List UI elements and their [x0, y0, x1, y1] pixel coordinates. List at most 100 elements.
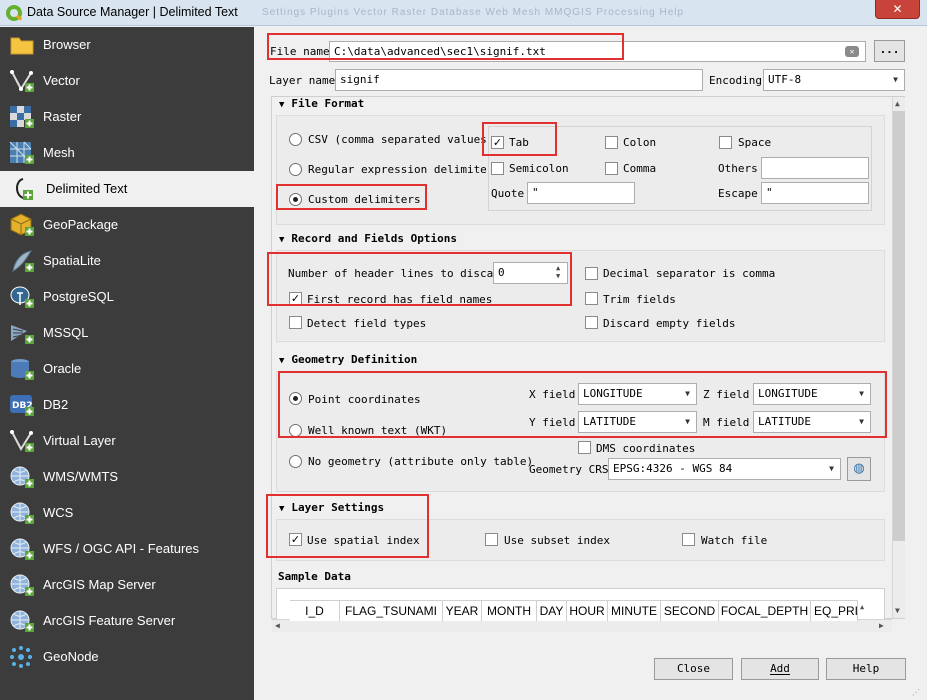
- sidebar-item-delimited-text[interactable]: Delimited Text: [0, 171, 254, 207]
- highlight-file-name: [267, 33, 624, 60]
- sidebar-item-vector[interactable]: Vector: [0, 63, 254, 99]
- regex-label: Regular expression delimiter: [308, 163, 494, 176]
- sidebar-item-virtual-layer[interactable]: Virtual Layer: [0, 423, 254, 459]
- vertical-scrollbar[interactable]: ▲ ▼: [892, 97, 905, 618]
- clear-file-icon[interactable]: ✕: [845, 46, 859, 57]
- browse-button[interactable]: ...: [874, 40, 905, 62]
- crs-value: EPSG:4326 - WGS 84: [613, 462, 733, 475]
- space-label: Space: [738, 136, 772, 149]
- space-checkbox[interactable]: [719, 136, 732, 149]
- colon-checkbox[interactable]: [605, 136, 618, 149]
- crs-selector-globe-icon[interactable]: ◍: [847, 457, 871, 481]
- scroll-left-icon[interactable]: ◀: [275, 621, 280, 630]
- sidebar-item-label: GeoPackage: [43, 217, 119, 232]
- sidebar-item-wfs[interactable]: WFS / OGC API - Features: [0, 531, 254, 567]
- layer-name-input[interactable]: signif: [335, 69, 703, 91]
- folder-icon: [10, 37, 34, 55]
- resize-grip-icon[interactable]: ⋰: [912, 688, 924, 698]
- highlight-header-options: [267, 252, 572, 306]
- help-button[interactable]: Help: [826, 658, 906, 680]
- column-header[interactable]: MONTH: [482, 601, 537, 621]
- csv-label: CSV (comma separated values): [308, 133, 494, 146]
- qgis-logo-icon: [6, 5, 22, 21]
- discard-empty-checkbox[interactable]: [585, 316, 598, 329]
- sidebar-item-label: SpatiaLite: [43, 253, 101, 268]
- scrollbar-thumb[interactable]: [893, 111, 905, 541]
- others-input[interactable]: [761, 157, 869, 179]
- sidebar-item-wms-wmts[interactable]: WMS/WMTS: [0, 459, 254, 495]
- file-format-section-title[interactable]: ▼ File Format: [279, 97, 364, 110]
- subset-index-checkbox[interactable]: [485, 533, 498, 546]
- window-title: Data Source Manager | Delimited Text: [27, 5, 238, 19]
- table-scroll-up-icon[interactable]: ▲: [860, 603, 864, 611]
- layer-name-label: Layer name: [269, 74, 336, 87]
- no-geometry-label: No geometry (attribute only table): [308, 455, 534, 468]
- oracle-icon: [11, 359, 34, 380]
- sidebar-item-browser[interactable]: Browser: [0, 27, 254, 63]
- scroll-down-icon[interactable]: ▼: [895, 606, 900, 615]
- title-bar: Data Source Manager | Delimited Text Set…: [0, 0, 927, 26]
- column-header[interactable]: SECOND: [661, 601, 719, 621]
- escape-input[interactable]: ": [761, 182, 869, 204]
- watch-file-label: Watch file: [701, 534, 768, 547]
- sidebar-item-label: Oracle: [43, 361, 82, 376]
- record-options-section-title[interactable]: ▼ Record and Fields Options: [279, 232, 457, 245]
- no-geometry-radio[interactable]: [289, 455, 302, 468]
- decimal-comma-label: Decimal separator is comma: [603, 267, 776, 280]
- column-header[interactable]: EQ_PRI: [811, 601, 858, 621]
- trim-fields-checkbox[interactable]: [585, 292, 598, 305]
- sidebar-item-label: Raster: [43, 109, 82, 124]
- regex-radio[interactable]: [289, 163, 302, 176]
- scroll-right-icon[interactable]: ▶: [879, 621, 884, 630]
- crs-select[interactable]: EPSG:4326 - WGS 84 ▼: [608, 458, 841, 480]
- sidebar-item-db2[interactable]: DB2 DB2: [0, 387, 254, 423]
- comma-label: Comma: [623, 162, 657, 175]
- arcgis-feature-icon: [10, 610, 34, 632]
- semicolon-checkbox[interactable]: [491, 162, 504, 175]
- comma-checkbox[interactable]: [605, 162, 618, 175]
- sidebar-item-geopackage[interactable]: GeoPackage: [0, 207, 254, 243]
- dms-checkbox[interactable]: [578, 441, 591, 454]
- sidebar-item-oracle[interactable]: Oracle: [0, 351, 254, 387]
- decimal-comma-checkbox[interactable]: [585, 267, 598, 280]
- encoding-select[interactable]: UTF-8 ▼: [763, 69, 905, 91]
- quote-input[interactable]: ": [527, 182, 635, 204]
- sidebar-item-raster[interactable]: Raster: [0, 99, 254, 135]
- close-button[interactable]: Close: [654, 658, 733, 680]
- column-header[interactable]: HOUR: [567, 601, 608, 621]
- geonode-icon: [10, 646, 32, 668]
- discard-empty-label: Discard empty fields: [603, 317, 736, 330]
- column-header[interactable]: FLAG_TSUNAMI: [340, 601, 443, 621]
- quote-label: Quote: [491, 187, 525, 200]
- column-header[interactable]: I_D: [290, 601, 340, 621]
- geometry-section-title[interactable]: ▼ Geometry Definition: [279, 353, 417, 366]
- sidebar-item-label: Mesh: [43, 145, 75, 160]
- sidebar-item-label: ArcGIS Map Server: [43, 577, 156, 592]
- watch-file-checkbox[interactable]: [682, 533, 695, 546]
- sidebar-item-arcgis-feature-server[interactable]: ArcGIS Feature Server: [0, 603, 254, 639]
- virtual-layer-icon: [10, 430, 34, 452]
- sidebar-item-mssql[interactable]: MSSQL: [0, 315, 254, 351]
- column-header[interactable]: FOCAL_DEPTH: [719, 601, 811, 621]
- collapse-triangle-icon: ▼: [279, 100, 285, 110]
- detect-types-checkbox[interactable]: [289, 316, 302, 329]
- sidebar-item-postgresql[interactable]: PostgreSQL: [0, 279, 254, 315]
- csv-radio[interactable]: [289, 133, 302, 146]
- column-header[interactable]: MINUTE: [608, 601, 661, 621]
- scroll-up-icon[interactable]: ▲: [895, 99, 900, 108]
- column-header[interactable]: DAY: [537, 601, 567, 621]
- sidebar-item-label: PostgreSQL: [43, 289, 114, 304]
- add-button[interactable]: Add: [741, 658, 819, 680]
- raster-icon: [10, 106, 34, 128]
- sidebar-item-arcgis-map-server[interactable]: ArcGIS Map Server: [0, 567, 254, 603]
- sidebar-item-wcs[interactable]: WCS: [0, 495, 254, 531]
- column-header[interactable]: YEAR: [443, 601, 482, 621]
- sidebar-item-geonode[interactable]: GeoNode: [0, 639, 254, 675]
- sidebar-item-mesh[interactable]: Mesh: [0, 135, 254, 171]
- highlight-tab: [482, 122, 557, 156]
- mesh-icon: [9, 141, 34, 164]
- encoding-label: Encoding: [709, 74, 762, 87]
- sidebar-item-spatialite[interactable]: SpatiaLite: [0, 243, 254, 279]
- sidebar-item-label: WMS/WMTS: [43, 469, 119, 484]
- window-close-button[interactable]: ✕: [875, 0, 920, 19]
